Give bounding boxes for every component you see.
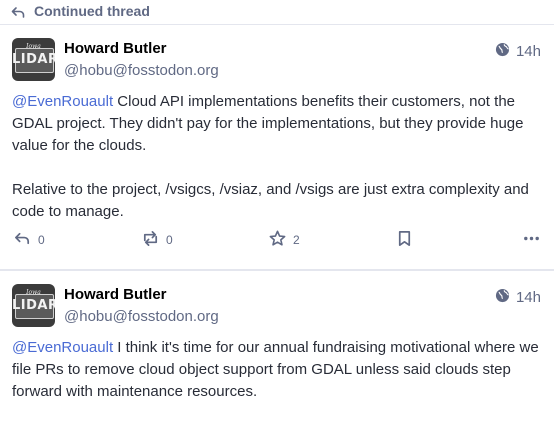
globe-icon [495,42,510,61]
post-content: @EvenRouault Cloud API implementations b… [12,91,546,245]
boost-button[interactable]: 0 [141,229,173,251]
post[interactable]: Iowa LIDAR Howard Butler @hobu@fosstodon… [0,270,554,417]
post-paragraph: @EvenRouault Cloud API implementations b… [12,91,546,157]
post-paragraph: @EvenRouault I think it's time for our a… [12,337,546,403]
avatar[interactable]: Iowa LIDAR [12,284,55,327]
account-handle[interactable]: @hobu@fosstodon.org [64,62,219,79]
globe-icon [495,288,510,307]
post-meta[interactable]: 14h [495,42,541,61]
avatar-top-text: Iowa [26,289,41,296]
boost-icon [141,229,160,251]
more-button[interactable] [522,229,541,251]
more-icon [522,229,541,251]
star-icon [268,229,287,251]
avatar-main-text: LIDAR [12,298,55,313]
avatar[interactable]: Iowa LIDAR [12,38,55,81]
account-handle[interactable]: @hobu@fosstodon.org [64,308,219,325]
post-meta[interactable]: 14h [495,288,541,307]
avatar-main-text: LIDAR [12,52,55,67]
favourite-count: 2 [293,233,300,247]
reply-button[interactable]: 0 [13,229,45,251]
mention-link[interactable]: @EvenRouault [12,93,113,110]
reply-count: 0 [38,233,45,247]
post-time: 14h [515,43,541,60]
display-name[interactable]: Howard Butler [64,286,167,303]
thread-header[interactable]: Continued thread [0,0,554,24]
display-name[interactable]: Howard Butler [64,40,167,57]
boost-count: 0 [166,233,173,247]
reply-icon [13,229,32,251]
post-time: 14h [515,289,541,306]
reply-arrow-icon [10,4,26,20]
post[interactable]: Iowa LIDAR Howard Butler @hobu@fosstodon… [0,24,554,270]
mention-link[interactable]: @EvenRouault [12,339,113,356]
action-bar: 0 0 2 [0,229,554,253]
post-paragraph: Relative to the project, /vsigcs, /vsiaz… [12,181,529,220]
bookmark-button[interactable] [395,229,414,251]
bookmark-icon [395,229,414,251]
favourite-button[interactable]: 2 [268,229,300,251]
post-content: @EvenRouault I think it's time for our a… [12,337,546,425]
thread-label: Continued thread [34,3,150,19]
avatar-top-text: Iowa [26,43,41,50]
